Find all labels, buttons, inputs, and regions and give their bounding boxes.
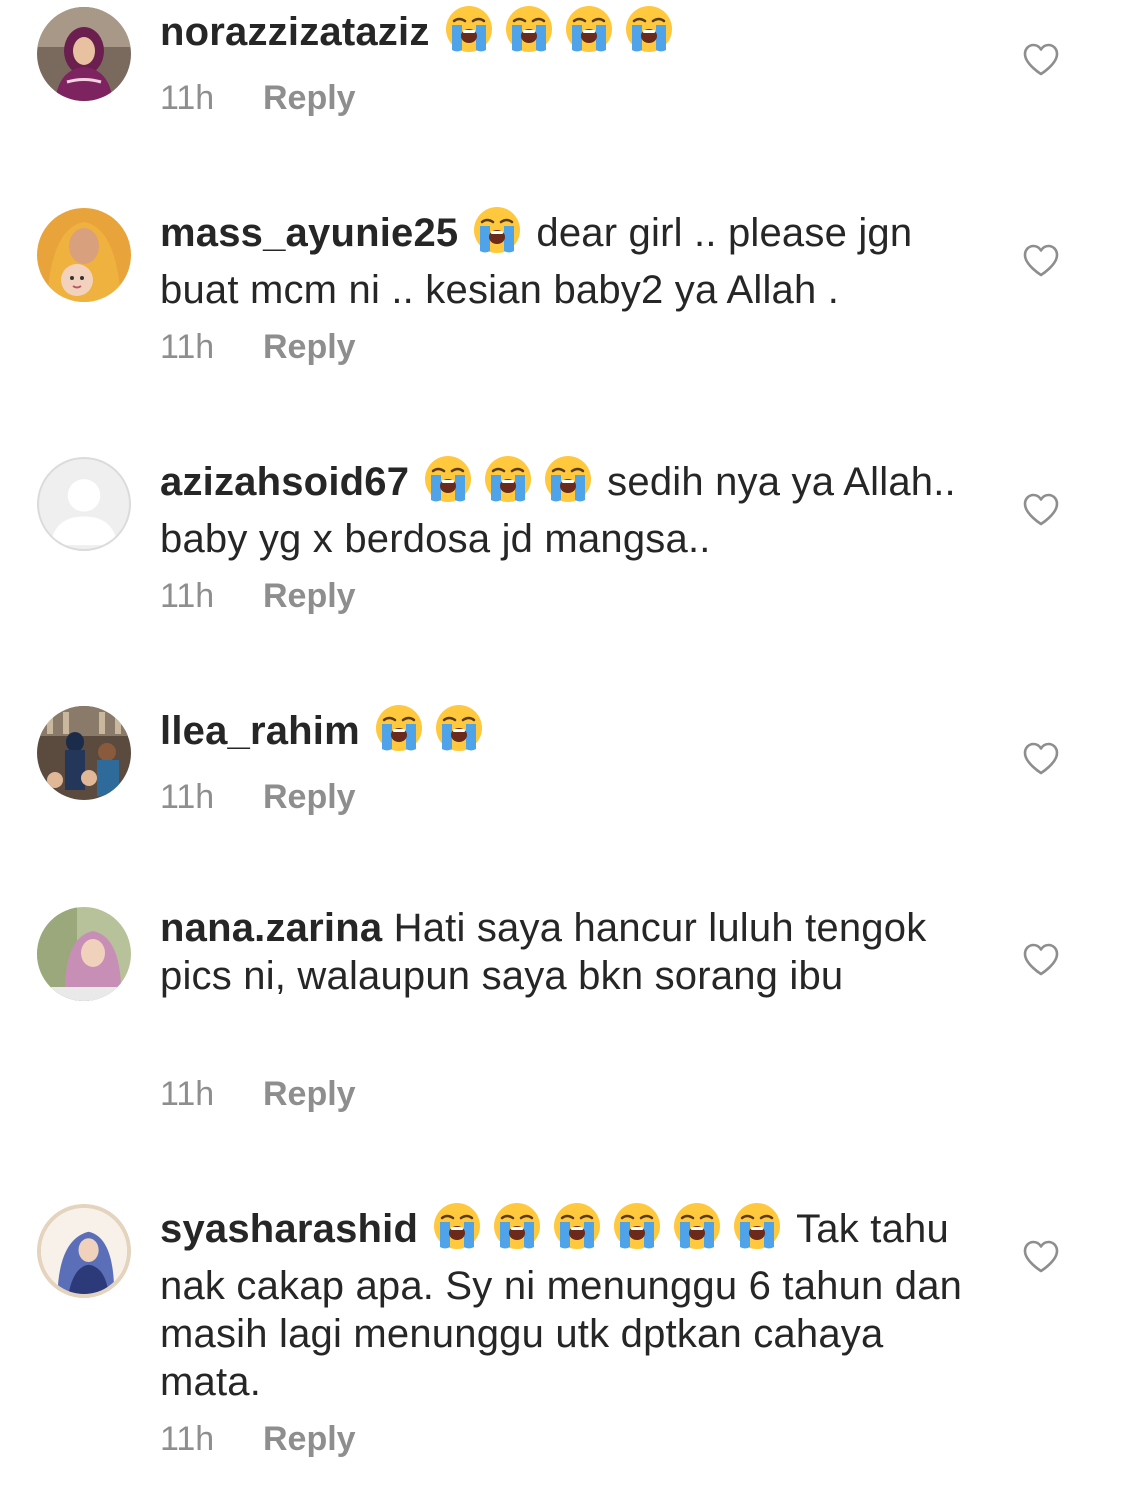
loudly-crying-face-emoji [543,454,593,504]
emoji-group [432,1201,792,1262]
avatar[interactable] [37,7,131,101]
comment-meta: 11h Reply [160,1074,356,1114]
emoji-group [444,4,684,65]
default-user-icon [50,479,118,546]
comment-meta: 11h Reply [160,78,356,118]
loudly-crying-face-emoji [732,1201,782,1251]
avatar-photo [41,1208,127,1294]
comment-meta: 11h Reply [160,777,356,817]
loudly-crying-face-emoji [492,1201,542,1251]
like-heart-icon[interactable] [1022,244,1060,278]
comment-timestamp: 11h [160,577,215,615]
avatar-photo [37,7,131,101]
comment-username[interactable]: llea_rahim [160,709,360,753]
loudly-crying-face-emoji [672,1201,722,1251]
reply-button[interactable]: Reply [263,778,356,816]
comment-username[interactable]: norazzizataziz [160,10,430,54]
comment-meta: 11h Reply [160,576,356,616]
loudly-crying-face-emoji [483,454,533,504]
comment-username[interactable]: azizahsoid67 [160,460,409,504]
comment-body: llea_rahim [160,703,970,764]
like-heart-icon[interactable] [1022,1240,1060,1274]
avatar[interactable] [37,706,131,800]
reply-button[interactable]: Reply [263,328,356,366]
comment-timestamp: 11h [160,79,215,117]
loudly-crying-face-emoji [552,1201,602,1251]
avatar[interactable] [37,907,131,1001]
comment-timestamp: 11h [160,328,215,366]
comment-username[interactable]: syasharashid [160,1207,418,1251]
loudly-crying-face-emoji [374,703,424,753]
avatar[interactable] [37,1204,131,1298]
avatar[interactable] [37,208,131,302]
reply-button[interactable]: Reply [263,577,356,615]
comment-body: azizahsoid67 sedih nya ya Allah.. baby yg… [160,454,970,563]
loudly-crying-face-emoji [444,4,494,54]
loudly-crying-face-emoji [564,4,614,54]
comment-meta: 11h Reply [160,1419,356,1459]
comment-timestamp: 11h [160,1420,215,1458]
reply-button[interactable]: Reply [263,79,356,117]
comment-body: norazzizataziz [160,4,970,65]
loudly-crying-face-emoji [432,1201,482,1251]
avatar-photo [37,208,131,302]
comment-username[interactable]: mass_ayunie25 [160,211,458,255]
loudly-crying-face-emoji [624,4,674,54]
avatar-placeholder[interactable] [37,457,131,551]
loudly-crying-face-emoji [504,4,554,54]
comment-body: nana.zarina Hati saya hancur luluh tengo… [160,904,970,1000]
emoji-group [472,205,532,266]
avatar-photo [37,907,131,1001]
like-heart-icon[interactable] [1022,493,1060,527]
reply-button[interactable]: Reply [263,1420,356,1458]
comment-body: syasharashid Tak tahu nak cakap apa. Sy n… [160,1201,970,1406]
comment-body: mass_ayunie25 dear girl .. please jgn bua… [160,205,970,314]
reply-button[interactable]: Reply [263,1075,356,1113]
emoji-group [423,454,603,515]
comment-timestamp: 11h [160,1075,215,1113]
avatar-photo [37,706,131,800]
comment-username[interactable]: nana.zarina [160,906,382,950]
loudly-crying-face-emoji [423,454,473,504]
comment-timestamp: 11h [160,778,215,816]
loudly-crying-face-emoji [434,703,484,753]
comment-meta: 11h Reply [160,327,356,367]
like-heart-icon[interactable] [1022,943,1060,977]
emoji-group [374,703,494,764]
like-heart-icon[interactable] [1022,43,1060,77]
like-heart-icon[interactable] [1022,742,1060,776]
loudly-crying-face-emoji [472,205,522,255]
loudly-crying-face-emoji [612,1201,662,1251]
